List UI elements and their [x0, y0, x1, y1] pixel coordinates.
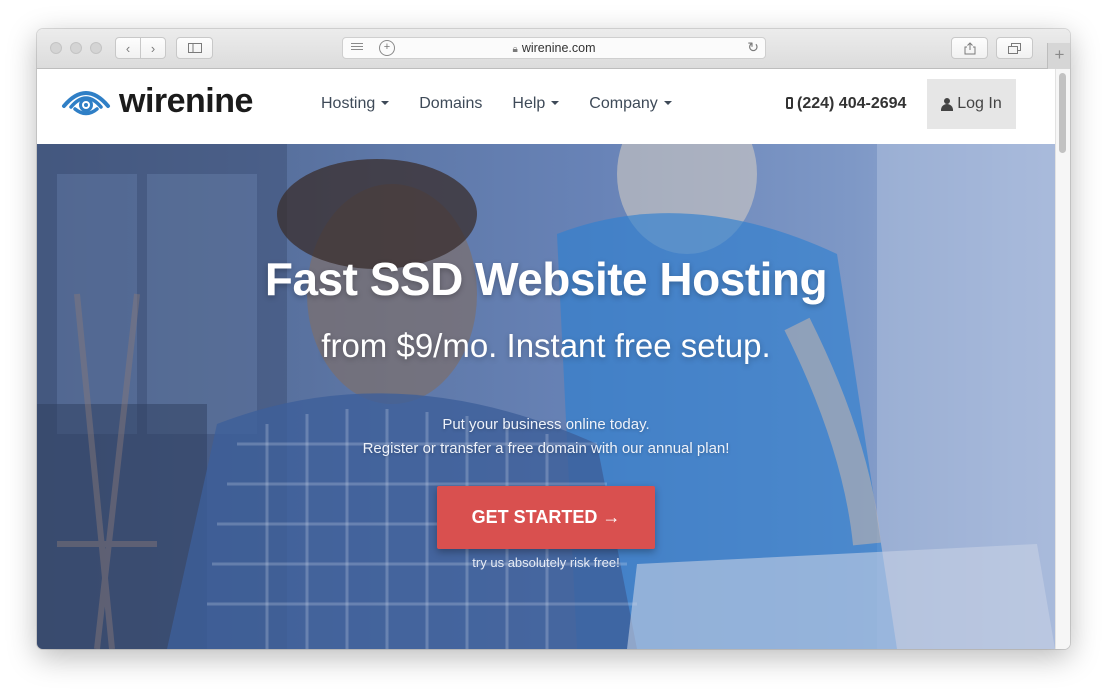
lock-icon: 🔒︎ — [512, 44, 518, 55]
caret-down-icon — [551, 101, 560, 105]
hero-background-photo — [37, 144, 1055, 649]
hero-offer: Register or transfer a free domain with … — [362, 440, 730, 457]
hero-subtitle: from $9/mo. Instant free setup. — [321, 327, 771, 364]
url-label: wirenine.com — [521, 41, 596, 55]
share-button[interactable] — [951, 37, 988, 59]
hero-tagline: Put your business online today. — [442, 416, 650, 433]
wifi-eye-logo-icon — [62, 91, 110, 116]
share-icon — [964, 41, 975, 54]
site-header: wirenine Hosting Domains Help Company (2… — [37, 69, 1055, 144]
url-text: 🔒︎ wirenine.com — [343, 38, 765, 60]
phone-number: (224) 404-2694 — [797, 95, 907, 112]
user-icon — [941, 97, 954, 111]
sidebar-button[interactable] — [176, 37, 213, 59]
login-label: Log In — [957, 95, 1002, 112]
hero-section: Fast SSD Website Hosting from $9/mo. Ins… — [37, 144, 1055, 649]
reload-icon[interactable]: ↻ — [747, 39, 759, 56]
brand-name: wirenine — [119, 82, 253, 120]
get-started-button[interactable]: GET STARTED → — [437, 486, 655, 549]
login-button[interactable]: Log In — [927, 79, 1016, 129]
page-scrollbar[interactable] — [1055, 69, 1070, 649]
nav-item-company[interactable]: Company — [589, 95, 672, 113]
caret-down-icon — [381, 101, 390, 105]
show-tabs-button[interactable] — [996, 37, 1033, 59]
browser-toolbar: ‹ › + 🔒︎ wirenine.com ↻ + — [37, 29, 1070, 69]
site-logo[interactable]: wirenine — [61, 84, 253, 118]
minimize-window-button[interactable] — [70, 42, 82, 54]
back-button[interactable]: ‹ — [115, 37, 141, 59]
nav-item-label: Company — [589, 95, 658, 112]
address-bar[interactable]: + 🔒︎ wirenine.com ↻ — [342, 37, 766, 59]
forward-button[interactable]: › — [140, 37, 166, 59]
nav-item-hosting[interactable]: Hosting — [321, 95, 390, 113]
chevron-right-icon: › — [150, 40, 156, 56]
nav-item-help[interactable]: Help — [512, 95, 560, 113]
hero-title: Fast SSD Website Hosting — [264, 253, 828, 305]
nav-item-label: Help — [512, 95, 546, 112]
mobile-phone-icon — [786, 97, 793, 109]
scrollbar-thumb[interactable] — [1059, 73, 1066, 153]
risk-free-note: try us absolutely risk free! — [472, 555, 620, 570]
tabs-icon — [1008, 42, 1021, 54]
phone-link[interactable]: (224) 404-2694 — [786, 95, 906, 113]
nav-item-domains[interactable]: Domains — [419, 95, 482, 113]
sidebar-icon — [187, 43, 202, 53]
nav-item-label: Domains — [419, 95, 483, 112]
new-tab-button[interactable]: + — [1047, 43, 1070, 69]
close-window-button[interactable] — [50, 42, 62, 54]
chevron-left-icon: ‹ — [125, 40, 131, 56]
browser-window: ‹ › + 🔒︎ wirenine.com ↻ + wirenine Hosti… — [37, 29, 1070, 649]
zoom-window-button[interactable] — [90, 42, 102, 54]
nav-item-label: Hosting — [321, 95, 376, 112]
main-nav: Hosting Domains Help Company — [321, 95, 672, 113]
caret-down-icon — [663, 101, 672, 105]
